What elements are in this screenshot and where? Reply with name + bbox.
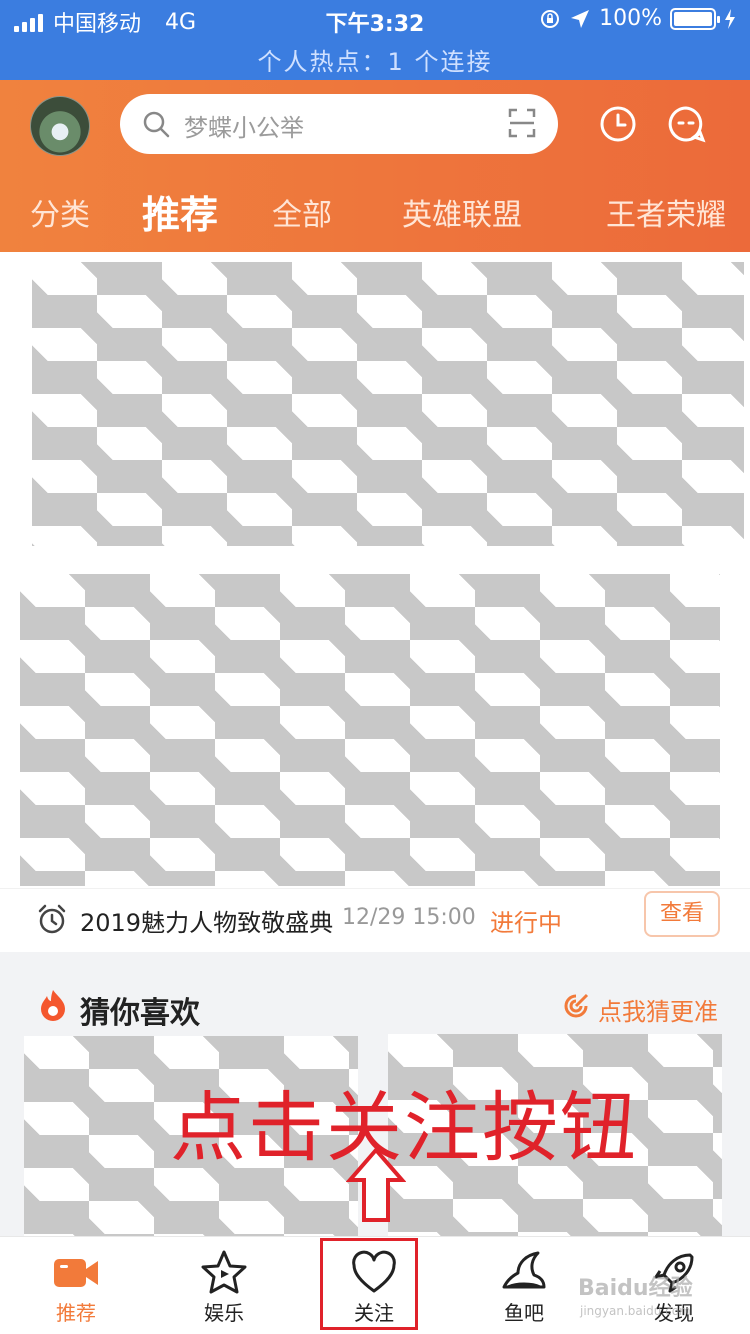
target-icon xyxy=(564,993,589,1018)
search-icon xyxy=(143,111,170,138)
avatar[interactable] xyxy=(30,96,90,156)
history-clock-icon[interactable] xyxy=(598,104,638,144)
charging-icon xyxy=(725,8,735,29)
event-time: 12/29 15:00 xyxy=(342,905,476,930)
event-status: 进行中 xyxy=(490,909,562,937)
location-icon xyxy=(571,9,590,28)
category-tabs: 分类 推荐 全部 英雄联盟 王者荣耀 xyxy=(0,184,750,244)
tab-lol[interactable]: 英雄联盟 xyxy=(402,190,522,234)
nav-label: 娱乐 xyxy=(204,1301,244,1325)
up-arrow-icon xyxy=(346,1146,406,1222)
event-row[interactable]: 2019魅力人物致敬盛典 12/29 15:00 进行中 查看 xyxy=(0,888,750,952)
nav-label: 鱼吧 xyxy=(504,1301,544,1325)
orientation-lock-icon xyxy=(541,9,560,28)
baidu-watermark: Baidu经验 jingyan.baidu.com xyxy=(578,1270,693,1318)
star-icon xyxy=(201,1250,247,1294)
guess-more-link[interactable]: 点我猜更准 xyxy=(598,992,718,1027)
message-icon[interactable] xyxy=(666,104,706,144)
top-header: 梦蝶小公举 分类 推荐 全部 英雄联盟 王者荣耀 xyxy=(0,80,750,252)
video-camera-icon xyxy=(54,1259,98,1287)
tab-recommend[interactable]: 推荐 xyxy=(142,184,218,239)
search-bar[interactable]: 梦蝶小公举 xyxy=(120,94,558,154)
tab-all[interactable]: 全部 xyxy=(272,190,332,234)
nav-recommend[interactable]: 推荐 xyxy=(16,1237,136,1334)
fish-hat-icon xyxy=(502,1251,546,1289)
hotspot-banner[interactable]: 个人热点：1 个连接 xyxy=(0,42,750,77)
view-button[interactable]: 查看 xyxy=(644,891,720,937)
live-cover-placeholder[interactable] xyxy=(20,574,720,886)
guess-title: 猜你喜欢 xyxy=(80,996,200,1031)
search-placeholder: 梦蝶小公举 xyxy=(184,114,304,142)
tab-honor-of-kings[interactable]: 王者荣耀 xyxy=(606,190,726,234)
alarm-clock-icon xyxy=(38,904,66,934)
nav-entertainment[interactable]: 娱乐 xyxy=(164,1237,284,1334)
watermark-url: jingyan.baidu.com xyxy=(580,1304,691,1318)
banner-image-placeholder[interactable] xyxy=(32,262,744,546)
battery-icon xyxy=(670,7,720,30)
scan-icon[interactable] xyxy=(508,108,536,138)
nav-fish-bar[interactable]: 鱼吧 xyxy=(464,1237,584,1334)
watermark-brand: Baidu经验 xyxy=(578,1276,693,1301)
flame-icon xyxy=(41,990,65,1021)
event-title: 2019魅力人物致敬盛典 xyxy=(80,909,334,937)
tab-category[interactable]: 分类 xyxy=(30,190,90,234)
follow-highlight-box xyxy=(320,1238,418,1330)
nav-label: 推荐 xyxy=(56,1301,96,1325)
battery-percent: 100% xyxy=(599,6,662,31)
status-bar: 中国移动 4G 下午3:32 100% 个人热点：1 个连接 xyxy=(0,0,750,80)
